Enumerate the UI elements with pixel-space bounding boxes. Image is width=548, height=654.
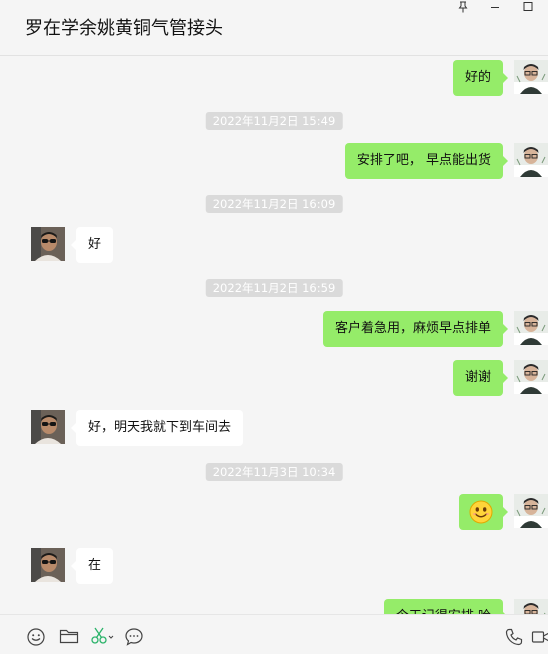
sent-bubble[interactable]: 今天记得安排 哈 xyxy=(383,599,509,614)
contact-avatar[interactable] xyxy=(31,227,65,261)
self-avatar[interactable] xyxy=(514,360,548,394)
sent-emoji-bubble[interactable] xyxy=(459,494,508,530)
sent-bubble[interactable]: 客户着急用，麻烦早点排单 xyxy=(322,311,509,347)
chat-header: 罗在学余姚黄铜气管接头 xyxy=(0,0,548,56)
maximize-icon[interactable] xyxy=(519,0,537,14)
timestamp: 2022年11月2日 16:59 xyxy=(205,279,343,297)
timestamp: 2022年11月2日 15:49 xyxy=(205,112,343,130)
self-avatar[interactable] xyxy=(514,494,548,528)
phone-icon[interactable] xyxy=(504,627,524,646)
self-avatar[interactable] xyxy=(514,60,548,94)
input-toolbar xyxy=(0,614,548,654)
received-bubble[interactable]: 在 xyxy=(70,548,114,584)
video-icon[interactable] xyxy=(531,627,548,645)
received-bubble[interactable]: 好，明天我就下到车间去 xyxy=(70,410,244,446)
minimize-icon[interactable] xyxy=(486,0,504,14)
chat-title: 罗在学余姚黄铜气管接头 xyxy=(25,18,223,39)
folder-icon[interactable] xyxy=(59,627,79,645)
timestamp: 2022年11月2日 16:09 xyxy=(205,195,343,213)
chat-bubble-icon[interactable] xyxy=(124,627,144,646)
message-list[interactable]: 好的 2022年11月2日 15:49 安排了吧， 早点能出货 2022年11月… xyxy=(0,57,548,614)
timestamp: 2022年11月3日 10:34 xyxy=(205,463,343,481)
pin-icon[interactable] xyxy=(454,0,472,14)
sent-bubble[interactable]: 好的 xyxy=(452,60,509,96)
received-bubble[interactable]: 好 xyxy=(70,227,114,263)
contact-avatar[interactable] xyxy=(31,548,65,582)
scissors-icon[interactable] xyxy=(91,627,115,645)
self-avatar[interactable] xyxy=(514,311,548,345)
smile-emoji-icon xyxy=(469,500,493,524)
self-avatar[interactable] xyxy=(514,599,548,614)
self-avatar[interactable] xyxy=(514,143,548,177)
sent-bubble[interactable]: 谢谢 xyxy=(452,360,509,396)
sent-bubble[interactable]: 安排了吧， 早点能出货 xyxy=(344,143,509,179)
emoji-icon[interactable] xyxy=(26,627,46,646)
contact-avatar[interactable] xyxy=(31,410,65,444)
